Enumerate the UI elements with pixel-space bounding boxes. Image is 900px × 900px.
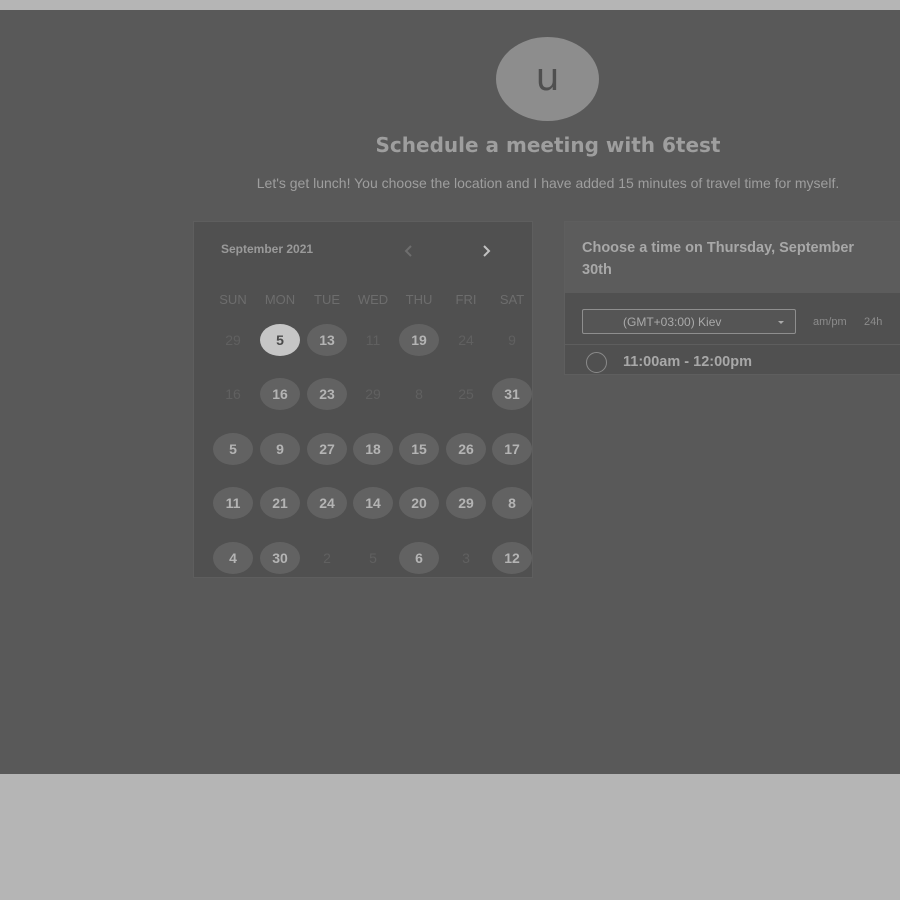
calendar-month-label: September 2021 — [221, 242, 314, 256]
timezone-select[interactable]: (GMT+03:00) Kiev — [582, 309, 796, 334]
calendar-day[interactable]: 20 — [399, 487, 439, 519]
caret-down-icon — [778, 321, 784, 324]
calendar-day: 29 — [225, 332, 241, 348]
calendar-day[interactable]: 23 — [307, 378, 347, 410]
calendar-day[interactable]: 30 — [260, 542, 300, 574]
calendar-day[interactable]: 8 — [492, 487, 532, 519]
calendar-day[interactable]: 6 — [399, 542, 439, 574]
calendar-day: 3 — [462, 550, 470, 566]
weekday-header: THU — [405, 292, 433, 307]
avatar: u — [496, 37, 599, 121]
calendar-day[interactable]: 13 — [307, 324, 347, 356]
calendar-day[interactable]: 26 — [446, 433, 486, 465]
page-description: Let's get lunch! You choose the location… — [256, 175, 840, 191]
calendar-day[interactable]: 11 — [213, 487, 253, 519]
calendar-day: 25 — [458, 386, 474, 402]
page-title: Schedule a meeting with 6test — [375, 133, 721, 157]
next-month-button[interactable] — [475, 240, 497, 262]
calendar: September 2021 SUN MON TUE WED THU FRI SAT 29 5 1… — [193, 221, 533, 578]
calendar-day[interactable]: 29 — [446, 487, 486, 519]
calendar-day[interactable]: 14 — [353, 487, 393, 519]
calendar-day[interactable]: 18 — [353, 433, 393, 465]
weekday-header: FRI — [455, 292, 477, 307]
calendar-day[interactable]: 31 — [492, 378, 532, 410]
calendar-day: 24 — [458, 332, 474, 348]
calendar-day-selected[interactable]: 5 — [260, 324, 300, 356]
time-picker-title: Choose a time on Thursday, September 30t… — [582, 240, 855, 278]
calendar-day[interactable]: 5 — [213, 433, 253, 465]
calendar-day: 8 — [415, 386, 423, 402]
chevron-right-icon — [483, 245, 491, 257]
previous-month-button[interactable] — [398, 240, 420, 262]
calendar-day: 2 — [323, 550, 331, 566]
calendar-day[interactable]: 4 — [213, 542, 253, 574]
calendar-day: 16 — [225, 386, 241, 402]
time-picker: Choose a time on Thursday, September 30t… — [564, 221, 900, 375]
timezone-value: (GMT+03:00) Kiev — [623, 315, 722, 329]
scheduling-page: u Schedule a meeting with 6test Let's ge… — [0, 10, 900, 774]
calendar-day[interactable]: 24 — [307, 487, 347, 519]
radio-circle-icon[interactable] — [586, 352, 607, 373]
calendar-day[interactable]: 17 — [492, 433, 532, 465]
ampm-format-toggle[interactable]: am/pm — [813, 316, 847, 328]
calendar-day: 9 — [508, 332, 516, 348]
calendar-day[interactable]: 15 — [399, 433, 439, 465]
calendar-day: 29 — [365, 386, 381, 402]
weekday-header: SAT — [499, 292, 525, 307]
calendar-day[interactable]: 21 — [260, 487, 300, 519]
time-slot-label: 11:00am - 12:00pm — [623, 354, 752, 370]
time-picker-header: Choose a time on Thursday, September 30t… — [565, 222, 900, 293]
calendar-day[interactable]: 12 — [492, 542, 532, 574]
divider — [565, 344, 900, 345]
calendar-day: 5 — [369, 550, 377, 566]
chevron-left-icon — [404, 245, 412, 257]
weekday-header: WED — [357, 292, 389, 307]
24h-format-toggle[interactable]: 24h — [864, 316, 882, 328]
weekday-header: TUE — [314, 292, 340, 307]
calendar-day: 11 — [365, 332, 381, 348]
calendar-day[interactable]: 9 — [260, 433, 300, 465]
avatar-initial: u — [535, 55, 560, 99]
weekday-header: MON — [264, 292, 296, 307]
calendar-day[interactable]: 27 — [307, 433, 347, 465]
calendar-day[interactable]: 16 — [260, 378, 300, 410]
calendar-day[interactable]: 19 — [399, 324, 439, 356]
weekday-header: SUN — [219, 292, 247, 307]
